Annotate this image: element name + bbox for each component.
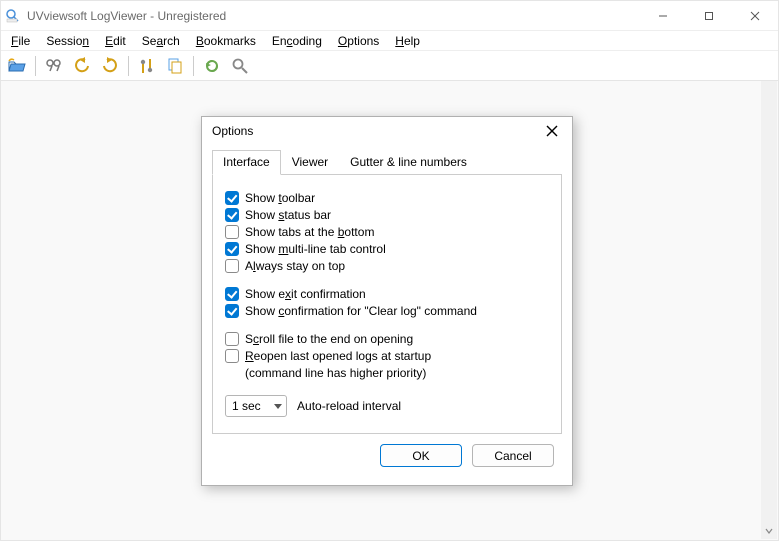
menu-file[interactable]: File xyxy=(3,33,38,49)
option-label: Scroll file to the end on opening xyxy=(245,331,413,347)
autoreload-label: Auto-reload interval xyxy=(297,399,401,413)
checkbox-icon[interactable] xyxy=(225,208,239,222)
option-reopen-last[interactable]: Reopen last opened logs at startup xyxy=(225,348,549,364)
option-reopen-note: (command line has higher priority) xyxy=(245,365,549,381)
option-show-statusbar[interactable]: Show status bar xyxy=(225,207,549,223)
tab-viewer[interactable]: Viewer xyxy=(281,150,339,175)
cancel-button[interactable]: Cancel xyxy=(472,444,554,467)
window-titlebar: UVviewsoft LogViewer - Unregistered xyxy=(1,1,778,31)
checkbox-icon[interactable] xyxy=(225,225,239,239)
window-title: UVviewsoft LogViewer - Unregistered xyxy=(27,9,640,23)
window-controls xyxy=(640,1,778,30)
settings-icon[interactable] xyxy=(135,54,159,78)
menu-options[interactable]: Options xyxy=(330,33,387,49)
option-label: Show confirmation for "Clear log" comman… xyxy=(245,303,477,319)
option-label: Show exit confirmation xyxy=(245,286,366,302)
checkbox-icon[interactable] xyxy=(225,287,239,301)
toolbar xyxy=(1,51,778,81)
option-label: Show tabs at the bottom xyxy=(245,224,374,240)
checkbox-icon[interactable] xyxy=(225,332,239,346)
chevron-down-icon xyxy=(274,404,282,409)
maximize-button[interactable] xyxy=(686,1,732,30)
find-icon[interactable] xyxy=(42,54,66,78)
checkbox-icon[interactable] xyxy=(225,349,239,363)
menu-encoding[interactable]: Encoding xyxy=(264,33,330,49)
option-scroll-end[interactable]: Scroll file to the end on opening xyxy=(225,331,549,347)
option-show-toolbar[interactable]: Show toolbar xyxy=(225,190,549,206)
vertical-scrollbar[interactable] xyxy=(761,81,777,539)
copy-icon[interactable] xyxy=(163,54,187,78)
ok-button[interactable]: OK xyxy=(380,444,462,467)
toolbar-separator xyxy=(35,56,36,76)
autoreload-combo[interactable]: 1 sec xyxy=(225,395,287,417)
option-tabs-bottom[interactable]: Show tabs at the bottom xyxy=(225,224,549,240)
minimize-button[interactable] xyxy=(640,1,686,30)
dialog-buttons: OK Cancel xyxy=(212,434,562,473)
menu-bookmarks[interactable]: Bookmarks xyxy=(188,33,264,49)
options-dialog: Options Interface Viewer Gutter & line n… xyxy=(201,116,573,486)
zoom-icon[interactable] xyxy=(228,54,252,78)
menubar: File Session Edit Search Bookmarks Encod… xyxy=(1,31,778,51)
checkbox-icon[interactable] xyxy=(225,304,239,318)
checkbox-icon[interactable] xyxy=(225,242,239,256)
app-icon xyxy=(5,8,21,24)
checkbox-icon[interactable] xyxy=(225,259,239,273)
dialog-title: Options xyxy=(212,124,538,138)
option-exit-confirm[interactable]: Show exit confirmation xyxy=(225,286,549,302)
option-stay-on-top[interactable]: Always stay on top xyxy=(225,258,549,274)
dialog-tabs: Interface Viewer Gutter & line numbers xyxy=(212,149,562,175)
menu-search[interactable]: Search xyxy=(134,33,188,49)
option-clearlog-confirm[interactable]: Show confirmation for "Clear log" comman… xyxy=(225,303,549,319)
tab-interface[interactable]: Interface xyxy=(212,150,281,175)
option-label: Show multi-line tab control xyxy=(245,241,386,257)
scroll-down-icon[interactable] xyxy=(761,523,777,539)
tab-gutter[interactable]: Gutter & line numbers xyxy=(339,150,478,175)
toolbar-separator xyxy=(193,56,194,76)
option-multiline-tab[interactable]: Show multi-line tab control xyxy=(225,241,549,257)
find-prev-icon[interactable] xyxy=(70,54,94,78)
option-label: Always stay on top xyxy=(245,258,345,274)
close-button[interactable] xyxy=(732,1,778,30)
option-label: Show status bar xyxy=(245,207,331,223)
tab-panel-interface: Show toolbar Show status bar Show tabs a… xyxy=(212,175,562,434)
option-label: Show toolbar xyxy=(245,190,315,206)
menu-help[interactable]: Help xyxy=(387,33,428,49)
option-label: Reopen last opened logs at startup xyxy=(245,348,431,364)
open-icon[interactable] xyxy=(5,54,29,78)
reload-icon[interactable] xyxy=(200,54,224,78)
autoreload-value: 1 sec xyxy=(232,399,261,413)
menu-edit[interactable]: Edit xyxy=(97,33,134,49)
autoreload-row: 1 sec Auto-reload interval xyxy=(225,395,549,417)
menu-session[interactable]: Session xyxy=(38,33,97,49)
dialog-close-button[interactable] xyxy=(538,120,566,142)
toolbar-separator xyxy=(128,56,129,76)
find-next-icon[interactable] xyxy=(98,54,122,78)
dialog-titlebar[interactable]: Options xyxy=(202,117,572,145)
checkbox-icon[interactable] xyxy=(225,191,239,205)
